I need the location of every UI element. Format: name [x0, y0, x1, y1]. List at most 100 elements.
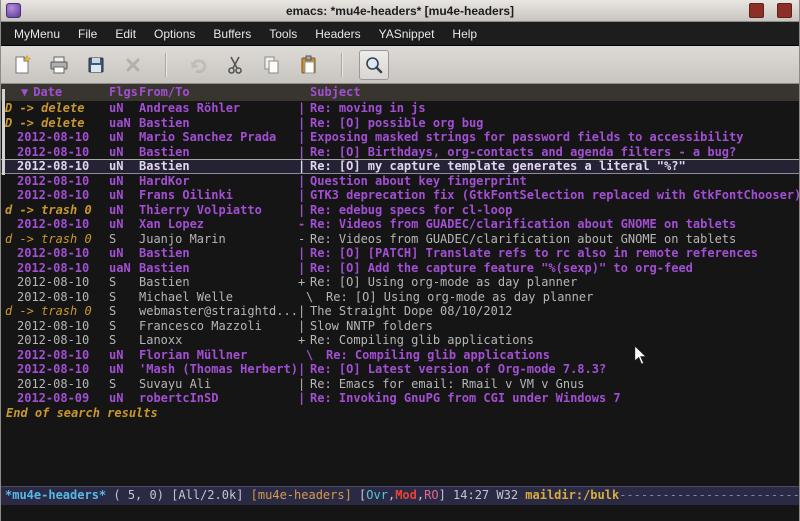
title-bar[interactable]: emacs: *mu4e-headers* [mu4e-headers]	[1, 0, 799, 22]
paste-button[interactable]	[294, 50, 324, 80]
message-row[interactable]: 2012-08-09uNrobertcInSD|Re: Invoking Gnu…	[1, 391, 799, 406]
message-row[interactable]: 2012-08-10uNBastien|Re: [O] Birthdays, o…	[1, 145, 799, 160]
message-date: 2012-08-09	[5, 391, 109, 406]
message-row[interactable]: 2012-08-10uNMario Sanchez Prada|Exposing…	[1, 130, 799, 145]
thread-separator: |	[298, 188, 310, 203]
save-icon	[85, 54, 107, 76]
message-from: Bastien	[139, 275, 298, 290]
menu-buffers[interactable]: Buffers	[204, 24, 260, 44]
message-row[interactable]: 2012-08-10uNBastien|Re: [O] my capture t…	[1, 159, 799, 174]
cut-button[interactable]	[220, 50, 250, 80]
message-flags: uaN	[109, 116, 139, 131]
message-flags: uN	[109, 145, 139, 160]
message-row[interactable]: 2012-08-10uNFlorian Müllner\Re: Compilin…	[1, 348, 799, 363]
menu-edit[interactable]: Edit	[106, 24, 145, 44]
message-row[interactable]: D -> deleteuNAndreas Röhler|Re: moving i…	[1, 101, 799, 116]
new-file-button[interactable]	[7, 50, 37, 80]
thread-separator: |	[298, 101, 310, 116]
save-button[interactable]	[81, 50, 111, 80]
message-flags: S	[109, 275, 139, 290]
message-from: Michael Welle	[139, 290, 298, 305]
undo-button[interactable]	[183, 50, 213, 80]
end-of-results: End of search results	[1, 406, 799, 421]
column-header-date[interactable]: ▼Date	[5, 84, 109, 101]
overwrite-indicator: Ovr	[366, 488, 388, 502]
scrollbar-thumb[interactable]	[2, 89, 5, 175]
message-from: Mario Sanchez Prada	[139, 130, 298, 145]
print-button[interactable]	[44, 50, 74, 80]
message-row[interactable]: 2012-08-10uN'Mash (Thomas Herbert)|Re: […	[1, 362, 799, 377]
message-row[interactable]: d -> trash 0uNThierry Volpiatto|Re: edeb…	[1, 203, 799, 218]
menu-headers[interactable]: Headers	[306, 24, 369, 44]
message-row[interactable]: D -> deleteuaNBastien|Re: [O] possible o…	[1, 116, 799, 131]
message-from: Bastien	[139, 160, 298, 173]
menu-yasnippet[interactable]: YASnippet	[370, 24, 444, 44]
message-date: 2012-08-10	[5, 275, 109, 290]
message-from: robertcInSD	[139, 391, 298, 406]
paste-icon	[298, 54, 320, 76]
menu-tools[interactable]: Tools	[260, 24, 306, 44]
message-mark: D -> delete	[5, 116, 109, 131]
column-header-from[interactable]: From/To	[139, 84, 298, 101]
message-flags: S	[109, 377, 139, 392]
message-subject: Re: moving in js	[310, 101, 799, 116]
message-from: Bastien	[139, 145, 298, 160]
column-header-gap	[298, 84, 310, 101]
message-date: 2012-08-10	[5, 319, 109, 334]
message-row[interactable]: 2012-08-10uNXan Lopez-Re: Videos from GU…	[1, 217, 799, 232]
message-mark: d -> trash 0	[5, 304, 109, 319]
close-icon	[122, 54, 144, 76]
menu-help[interactable]: Help	[443, 24, 486, 44]
window-minimize-button[interactable]	[749, 3, 764, 18]
column-header-subject[interactable]: Subject	[310, 84, 799, 101]
message-subject: Exposing masked strings for password fie…	[310, 130, 799, 145]
toolbar-separator	[341, 53, 343, 77]
search-button[interactable]	[359, 50, 389, 80]
mode-line-dashes: --------------------------	[619, 488, 799, 502]
message-row[interactable]: 2012-08-10uaNBastien|Re: [O] Add the cap…	[1, 261, 799, 276]
message-row[interactable]: 2012-08-10uNBastien|Re: [O] [PATCH] Tran…	[1, 246, 799, 261]
message-flags: uN	[109, 130, 139, 145]
menu-options[interactable]: Options	[145, 24, 204, 44]
window-controls	[749, 3, 792, 18]
message-row[interactable]: 2012-08-10SSuvayu Ali|Re: Emacs for emai…	[1, 377, 799, 392]
close-button[interactable]	[118, 50, 148, 80]
message-subject: Re: [O] possible org bug	[310, 116, 799, 131]
message-subject: Re: [O] Using org-mode as day planner	[326, 290, 799, 305]
modified-indicator: Mod	[395, 488, 417, 502]
message-subject: Re: [O] Add the capture feature "%(sexp)…	[310, 261, 799, 276]
copy-button[interactable]	[257, 50, 287, 80]
message-row[interactable]: 2012-08-10SMichael Welle\Re: [O] Using o…	[1, 290, 799, 305]
message-flags: uN	[109, 203, 139, 218]
message-subject: Re: [O] Latest version of Org-mode 7.8.3…	[310, 362, 799, 377]
message-date: 2012-08-10	[5, 362, 109, 377]
column-header-flags[interactable]: Flgs	[109, 84, 139, 101]
thread-separator: |	[298, 261, 310, 276]
message-row[interactable]: 2012-08-10uNHardKor|Question about key f…	[1, 174, 799, 189]
message-from: 'Mash (Thomas Herbert)	[139, 362, 298, 377]
message-flags: uN	[109, 348, 139, 363]
message-from: Lanoxx	[139, 333, 298, 348]
minibuffer[interactable]	[1, 505, 799, 521]
window-close-button[interactable]	[777, 3, 792, 18]
message-flags: uN	[109, 101, 139, 116]
message-row[interactable]: 2012-08-10SLanoxx+Re: Compiling glib app…	[1, 333, 799, 348]
clock: 14:27	[453, 488, 489, 502]
message-date: 2012-08-10	[5, 333, 109, 348]
message-flags: uN	[109, 174, 139, 189]
message-row[interactable]: d -> trash 0SJuanjo Marin-Re: Videos fro…	[1, 232, 799, 247]
message-row[interactable]: 2012-08-10SBastien+Re: [O] Using org-mod…	[1, 275, 799, 290]
message-flags: S	[109, 319, 139, 334]
mode-line: *mu4e-headers* ( 5, 0) [All/2.0k] [mu4e-…	[1, 486, 799, 505]
message-row[interactable]: 2012-08-10uNFrans Oilinki|GTK3 deprecati…	[1, 188, 799, 203]
thread-separator: |	[298, 116, 310, 131]
message-subject: Re: [O] my capture template generates a …	[310, 160, 799, 173]
status-open-bracket: [	[352, 488, 366, 502]
thread-separator: |	[298, 319, 310, 334]
menu-mymenu[interactable]: MyMenu	[5, 24, 69, 44]
message-row[interactable]: d -> trash 0Swebmaster@straightd...|The …	[1, 304, 799, 319]
menu-file[interactable]: File	[69, 24, 106, 44]
message-flags: uN	[109, 188, 139, 203]
message-row[interactable]: 2012-08-10SFrancesco Mazzoli|Slow NNTP f…	[1, 319, 799, 334]
message-date: 2012-08-10	[5, 217, 109, 232]
